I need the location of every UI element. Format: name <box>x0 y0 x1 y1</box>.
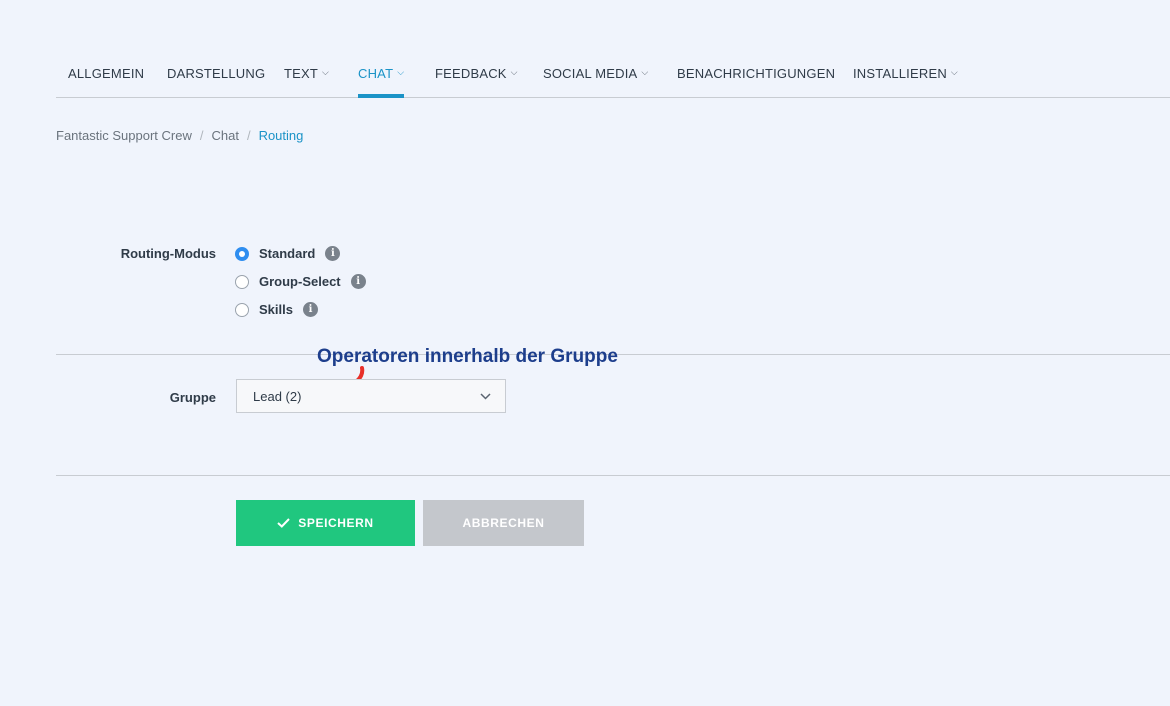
breadcrumb-separator: / <box>199 128 204 143</box>
radio-label: Group-Select <box>259 274 341 289</box>
tab-label: CHAT <box>358 66 394 81</box>
chevron-down-icon: ⌵ <box>641 67 649 77</box>
radio-skills[interactable]: Skills i <box>235 302 318 317</box>
radio-group-select[interactable]: Group-Select i <box>235 274 366 289</box>
info-icon[interactable]: i <box>325 246 341 261</box>
tab-label: DARSTELLUNG <box>167 66 266 81</box>
breadcrumb-item[interactable]: Fantastic Support Crew <box>56 128 192 143</box>
top-nav: ALLGEMEIN DARSTELLUNG TEXT ⌵ CHAT ⌵ FEED… <box>56 0 1170 98</box>
cancel-button[interactable]: ABBRECHEN <box>423 500 584 546</box>
radio-standard[interactable]: Standard i <box>235 246 341 261</box>
radio-button[interactable] <box>235 302 249 317</box>
section-divider <box>56 475 1170 476</box>
tab-text[interactable]: TEXT ⌵ <box>284 66 329 97</box>
tab-installieren[interactable]: INSTALLIEREN ⌵ <box>853 66 958 97</box>
info-icon[interactable]: i <box>350 274 366 289</box>
chevron-down-icon: ⌵ <box>950 67 958 77</box>
breadcrumb: Fantastic Support Crew / Chat / Routing <box>56 128 303 143</box>
tab-label: SOCIAL MEDIA <box>543 66 638 81</box>
tab-label: BENACHRICHTIGUNGEN <box>677 66 836 81</box>
tab-label: ALLGEMEIN <box>68 66 145 81</box>
tab-benachrichtigungen[interactable]: BENACHRICHTIGUNGEN <box>677 66 835 97</box>
info-icon[interactable]: i <box>302 302 318 317</box>
save-button-label: SPEICHERN <box>298 516 374 530</box>
breadcrumb-separator: / <box>246 128 251 143</box>
chevron-down-icon: ⌵ <box>397 67 405 77</box>
tab-label: FEEDBACK <box>435 66 507 81</box>
radio-label: Standard <box>259 246 316 261</box>
radio-button[interactable] <box>235 274 249 289</box>
tab-feedback[interactable]: FEEDBACK ⌵ <box>435 66 518 97</box>
routing-mode-label: Routing-Modus <box>120 246 216 261</box>
check-icon <box>277 518 291 528</box>
tab-social-media[interactable]: SOCIAL MEDIA ⌵ <box>543 66 648 97</box>
breadcrumb-item[interactable]: Chat <box>211 128 238 143</box>
chevron-down-icon: ⌵ <box>510 67 518 77</box>
tab-label: TEXT <box>284 66 319 81</box>
group-select[interactable]: Lead (2) <box>236 379 506 413</box>
group-label: Gruppe <box>169 390 216 405</box>
breadcrumb-current: Routing <box>258 128 304 143</box>
chevron-down-icon <box>480 392 491 400</box>
radio-button[interactable] <box>235 246 249 261</box>
tab-darstellung[interactable]: DARSTELLUNG <box>167 66 265 97</box>
radio-label: Skills <box>259 302 293 317</box>
tab-allgemein[interactable]: ALLGEMEIN <box>68 66 144 97</box>
tab-label: INSTALLIEREN <box>853 66 947 81</box>
cancel-button-label: ABBRECHEN <box>462 516 545 530</box>
tab-chat[interactable]: CHAT ⌵ <box>358 66 405 98</box>
save-button[interactable]: SPEICHERN <box>236 500 415 546</box>
group-select-value: Lead (2) <box>253 388 302 404</box>
chevron-down-icon: ⌵ <box>322 67 330 77</box>
